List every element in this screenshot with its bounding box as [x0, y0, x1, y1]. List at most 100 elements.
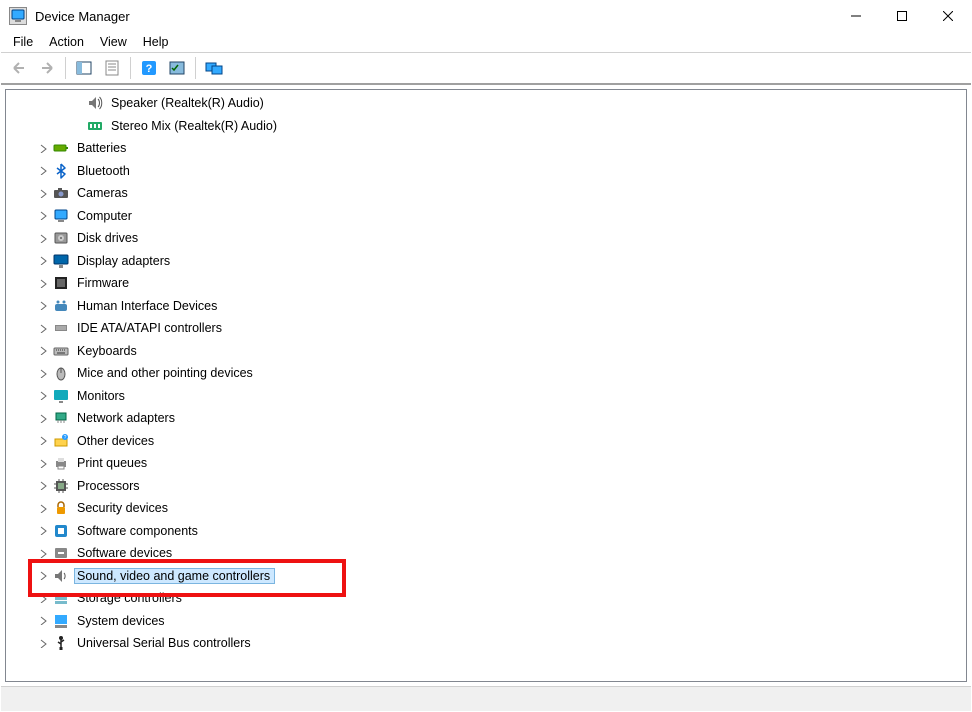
expand-icon[interactable] — [36, 366, 50, 380]
expand-icon[interactable] — [36, 456, 50, 470]
expand-icon[interactable] — [36, 344, 50, 358]
category-sw-components[interactable]: Software components — [6, 520, 966, 543]
category-usb[interactable]: Universal Serial Bus controllers — [6, 632, 966, 655]
expand-icon[interactable] — [36, 299, 50, 313]
expand-icon[interactable] — [36, 434, 50, 448]
category-batteries[interactable]: Batteries — [6, 137, 966, 160]
help-button[interactable] — [137, 56, 161, 80]
category-monitors[interactable]: Monitors — [6, 385, 966, 408]
category-sw-devices[interactable]: Software devices — [6, 542, 966, 565]
category-label: Print queues — [74, 455, 152, 471]
category-other[interactable]: Other devices — [6, 430, 966, 453]
device-label: Speaker (Realtek(R) Audio) — [108, 95, 269, 111]
close-button[interactable] — [925, 1, 971, 31]
category-label: Display adapters — [74, 253, 175, 269]
network-icon — [52, 409, 70, 427]
speaker-icon — [86, 94, 104, 112]
maximize-button[interactable] — [879, 1, 925, 31]
camera-icon — [52, 184, 70, 202]
category-label: Sound, video and game controllers — [74, 568, 275, 584]
security-icon — [52, 499, 70, 517]
category-network[interactable]: Network adapters — [6, 407, 966, 430]
category-label: Batteries — [74, 140, 131, 156]
computer-icon — [52, 207, 70, 225]
category-bluetooth[interactable]: Bluetooth — [6, 160, 966, 183]
category-disk-drives[interactable]: Disk drives — [6, 227, 966, 250]
minimize-button[interactable] — [833, 1, 879, 31]
expand-icon[interactable] — [36, 614, 50, 628]
category-ide[interactable]: IDE ATA/ATAPI controllers — [6, 317, 966, 340]
expand-icon[interactable] — [36, 164, 50, 178]
expand-icon[interactable] — [36, 321, 50, 335]
properties-button[interactable] — [100, 56, 124, 80]
category-label: Mice and other pointing devices — [74, 365, 258, 381]
category-mice[interactable]: Mice and other pointing devices — [6, 362, 966, 385]
storage-icon — [52, 589, 70, 607]
expand-icon[interactable] — [36, 546, 50, 560]
titlebar: Device Manager — [1, 1, 971, 31]
expand-icon[interactable] — [36, 479, 50, 493]
device-label: Stereo Mix (Realtek(R) Audio) — [108, 118, 282, 134]
menu-help[interactable]: Help — [135, 33, 177, 51]
bluetooth-icon — [52, 162, 70, 180]
menubar: File Action View Help — [1, 31, 971, 52]
category-label: Keyboards — [74, 343, 142, 359]
category-label: Human Interface Devices — [74, 298, 222, 314]
category-security[interactable]: Security devices — [6, 497, 966, 520]
category-print-queues[interactable]: Print queues — [6, 452, 966, 475]
device-item-stereo-mix[interactable]: Stereo Mix (Realtek(R) Audio) — [6, 115, 966, 138]
expand-icon[interactable] — [36, 141, 50, 155]
device-tree[interactable]: Speaker (Realtek(R) Audio) Stereo Mix (R… — [5, 89, 967, 682]
category-label: Firmware — [74, 275, 134, 291]
category-cameras[interactable]: Cameras — [6, 182, 966, 205]
nav-forward-button[interactable] — [35, 56, 59, 80]
expand-icon[interactable] — [36, 569, 50, 583]
category-keyboards[interactable]: Keyboards — [6, 340, 966, 363]
expand-icon[interactable] — [36, 276, 50, 290]
scan-hardware-button[interactable] — [165, 56, 189, 80]
menu-file[interactable]: File — [5, 33, 41, 51]
expand-icon[interactable] — [36, 501, 50, 515]
category-storage[interactable]: Storage controllers — [6, 587, 966, 610]
expand-icon[interactable] — [36, 231, 50, 245]
expand-icon[interactable] — [36, 254, 50, 268]
mouse-icon — [52, 364, 70, 382]
expand-icon[interactable] — [36, 636, 50, 650]
category-display-adapters[interactable]: Display adapters — [6, 250, 966, 273]
app-icon — [9, 7, 27, 25]
category-system[interactable]: System devices — [6, 610, 966, 633]
category-label: Security devices — [74, 500, 173, 516]
category-hid[interactable]: Human Interface Devices — [6, 295, 966, 318]
show-hide-tree-button[interactable] — [72, 56, 96, 80]
expand-icon[interactable] — [36, 411, 50, 425]
category-label: Storage controllers — [74, 590, 187, 606]
expand-icon[interactable] — [36, 591, 50, 605]
menu-view[interactable]: View — [92, 33, 135, 51]
category-processors[interactable]: Processors — [6, 475, 966, 498]
category-firmware[interactable]: Firmware — [6, 272, 966, 295]
toolbar-separator — [65, 57, 66, 79]
expand-icon[interactable] — [36, 524, 50, 538]
toolbar-separator — [195, 57, 196, 79]
category-label: Computer — [74, 208, 137, 224]
hid-icon — [52, 297, 70, 315]
category-label: Disk drives — [74, 230, 143, 246]
display-icon — [52, 252, 70, 270]
battery-icon — [52, 139, 70, 157]
menu-action[interactable]: Action — [41, 33, 92, 51]
device-item-speaker-realtek[interactable]: Speaker (Realtek(R) Audio) — [6, 92, 966, 115]
other-icon — [52, 432, 70, 450]
toolbar-separator — [130, 57, 131, 79]
nav-back-button[interactable] — [7, 56, 31, 80]
expand-icon[interactable] — [36, 389, 50, 403]
expand-icon[interactable] — [36, 186, 50, 200]
system-icon — [52, 612, 70, 630]
firmware-icon — [52, 274, 70, 292]
category-sound[interactable]: Sound, video and game controllers — [6, 565, 966, 588]
expand-icon[interactable] — [36, 209, 50, 223]
category-label: Network adapters — [74, 410, 180, 426]
show-displays-button[interactable] — [202, 56, 226, 80]
category-computer[interactable]: Computer — [6, 205, 966, 228]
category-label: Software components — [74, 523, 203, 539]
category-label: Software devices — [74, 545, 177, 561]
